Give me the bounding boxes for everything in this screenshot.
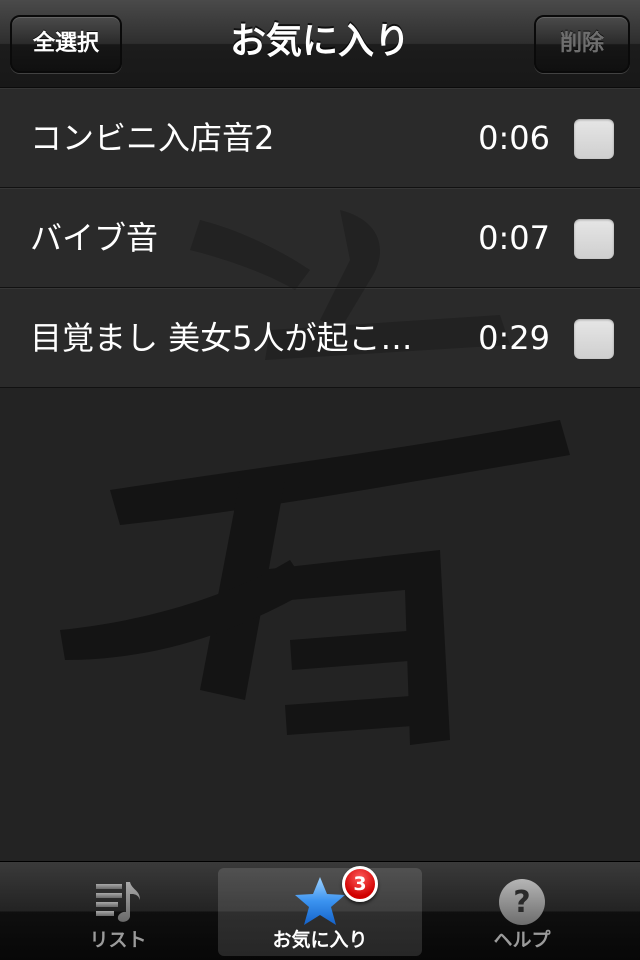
tab-label: ヘルプ <box>493 929 551 951</box>
sound-duration: 0:29 <box>478 319 550 357</box>
sound-title: 目覚まし 美女5人が起こ… <box>30 319 413 357</box>
delete-button[interactable]: 削除 <box>534 15 630 73</box>
star-icon <box>295 877 345 925</box>
tab-bar: リスト 3 お気に入り ? ヘルプ <box>0 861 640 960</box>
sound-duration: 0:07 <box>478 219 550 257</box>
favorites-list: コンビニ入店音2 0:06 バイブ音 0:07 目覚まし 美女5人が起こ… 0:… <box>0 88 640 388</box>
list-item[interactable]: 目覚まし 美女5人が起こ… 0:29 <box>0 288 640 388</box>
list-item[interactable]: コンビニ入店音2 0:06 <box>0 88 640 188</box>
sound-title: バイブ音 <box>30 219 159 257</box>
select-checkbox[interactable] <box>574 119 614 159</box>
music-list-icon <box>96 882 140 922</box>
tab-label: リスト <box>89 929 147 951</box>
navigation-bar: 全選択 お気に入り 削除 <box>0 0 640 88</box>
svg-text:?: ? <box>513 885 530 920</box>
notification-badge: 3 <box>342 866 378 902</box>
tab-list[interactable]: リスト <box>16 868 220 956</box>
tab-favorites[interactable]: 3 お気に入り <box>218 866 422 956</box>
select-checkbox[interactable] <box>574 219 614 259</box>
sound-title: コンビニ入店音2 <box>30 119 275 157</box>
sound-duration: 0:06 <box>478 119 550 157</box>
list-item[interactable]: バイブ音 0:07 <box>0 188 640 288</box>
help-icon: ? <box>499 879 545 925</box>
tab-label: お気に入り <box>272 929 368 951</box>
tab-help[interactable]: ? ヘルプ <box>420 868 624 956</box>
select-checkbox[interactable] <box>574 319 614 359</box>
